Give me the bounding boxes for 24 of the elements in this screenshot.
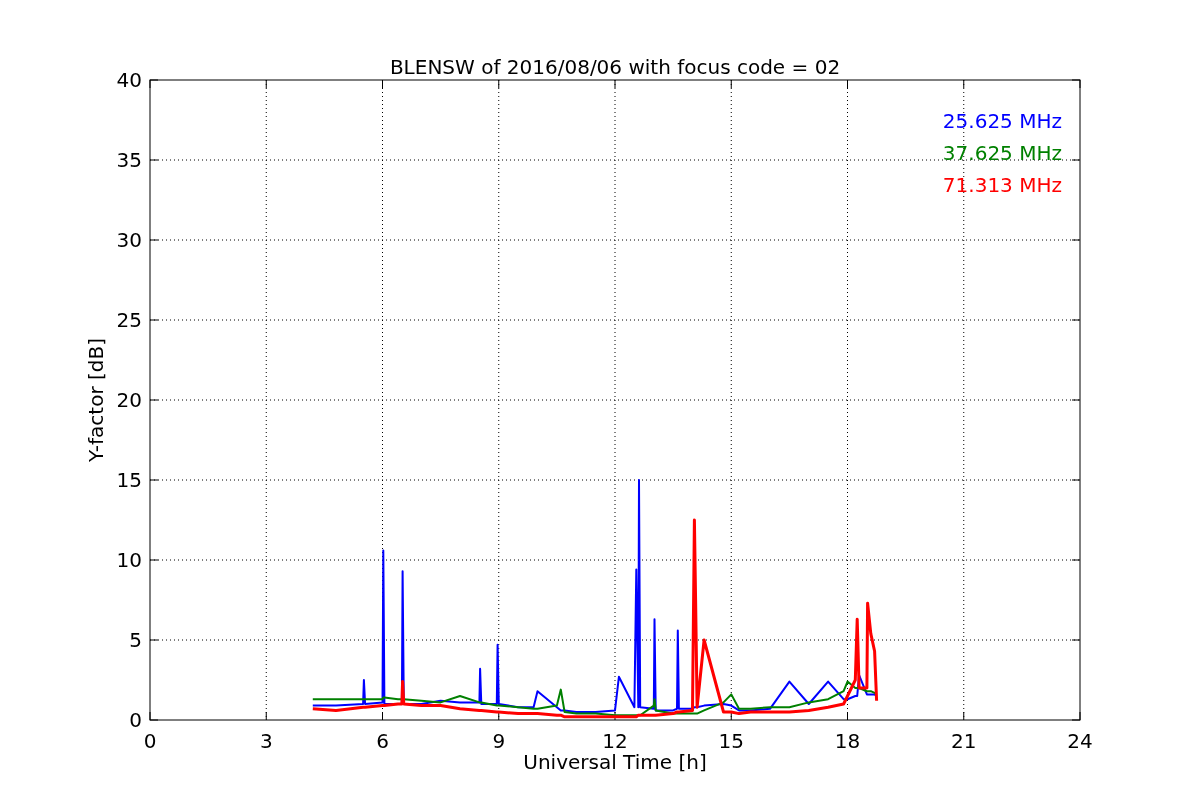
tick-label: 3: [259, 729, 273, 753]
tick-label: 20: [116, 388, 142, 412]
tick-label: 5: [129, 628, 142, 652]
tick-label: 35: [116, 148, 142, 172]
tick-label: 6: [376, 729, 389, 753]
y-axis-label: Y-factor [dB]: [84, 338, 108, 462]
tick-label: 15: [718, 729, 744, 753]
tick-label: 12: [602, 729, 628, 753]
legend-label: 25.625 MHz: [942, 109, 1062, 133]
tick-label: 0: [129, 708, 142, 732]
legend-label: 71.313 MHz: [942, 173, 1062, 197]
tick-label: 0: [143, 729, 157, 753]
x-axis-label: Universal Time [h]: [523, 750, 707, 774]
tick-label: 15: [116, 468, 142, 492]
tick-label: 18: [834, 729, 861, 753]
tick-label: 9: [492, 729, 506, 753]
legend-label: 37.625 MHz: [942, 141, 1062, 165]
tick-label: 24: [1067, 729, 1093, 753]
tick-label: 25: [116, 308, 142, 332]
tick-label: 30: [116, 228, 142, 252]
tick-label: 40: [116, 68, 142, 92]
tick-label: 21: [951, 729, 977, 753]
tick-label: 10: [116, 548, 142, 572]
chart-title: BLENSW of 2016/08/06 with focus code = 02: [389, 55, 841, 79]
